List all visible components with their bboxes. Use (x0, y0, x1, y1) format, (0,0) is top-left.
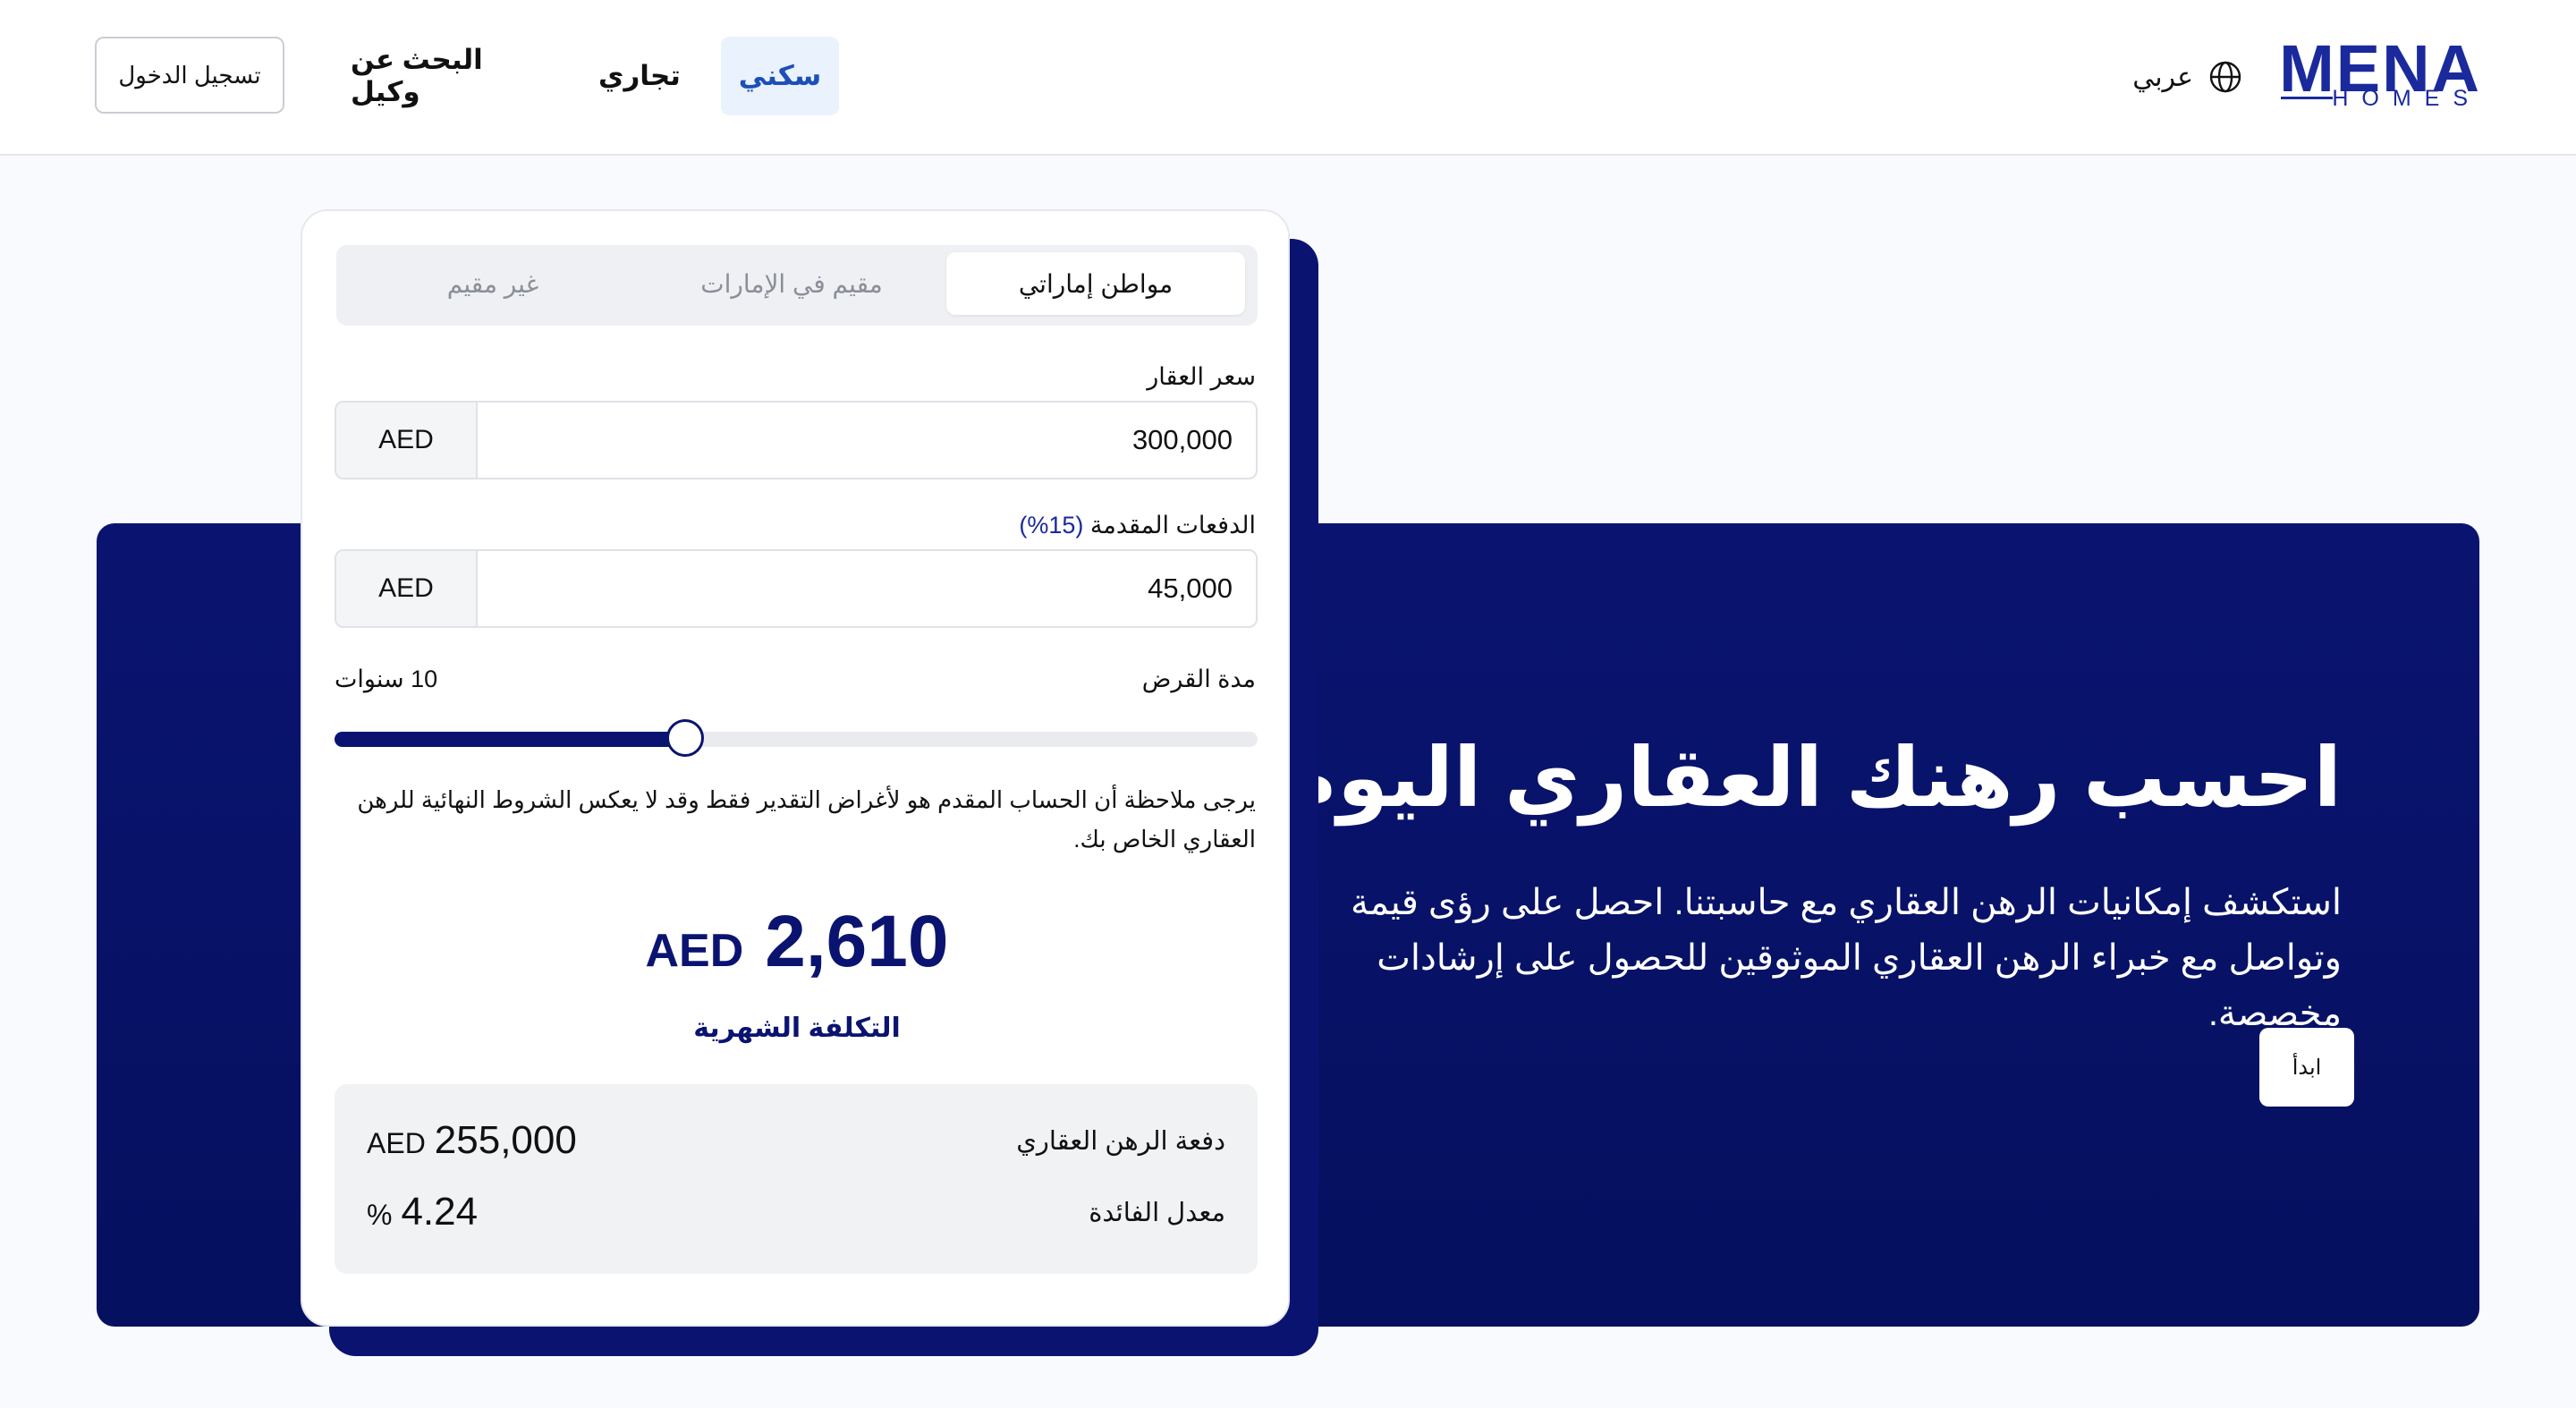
residency-tab-non-resident[interactable]: غير مقيم (343, 252, 642, 315)
monthly-cost-value: AED 2,610 (302, 900, 1292, 984)
down-payment-percent: (15%) (1019, 512, 1084, 539)
globe-icon (2209, 61, 2241, 93)
monthly-cost-amount: 2,610 (765, 901, 949, 982)
loan-term-label: مدة القرض (1141, 666, 1256, 692)
down-payment-label: الدفعات المقدمة (15%) (1019, 512, 1256, 539)
loan-term-slider-thumb[interactable] (666, 719, 704, 757)
interest-rate-unit: % (367, 1199, 393, 1231)
interest-rate-value: % 4.24 (367, 1190, 478, 1234)
interest-rate-amount: 4.24 (401, 1190, 479, 1234)
loan-term-slider-fill (335, 732, 685, 747)
mortgage-summary: دفعة الرهن العقاري AED 255,000 معدل الفا… (335, 1084, 1258, 1274)
mortgage-payment-value: AED 255,000 (367, 1118, 577, 1163)
down-payment-field[interactable]: AED 45,000 (335, 549, 1258, 628)
logo-subtitle: HOMES (2332, 86, 2481, 111)
nav-tab-commercial[interactable]: تجاري (589, 37, 691, 115)
property-price-input[interactable]: 300,000 (1132, 403, 1233, 478)
language-switcher[interactable]: عربي (2132, 57, 2243, 97)
loan-term-value: 10 سنوات (335, 666, 438, 692)
residency-tab-uae-resident[interactable]: مقيم في الإمارات (642, 252, 941, 315)
interest-rate-label: معدل الفائدة (1089, 1199, 1225, 1227)
logo-rule (2281, 97, 2333, 99)
mortgage-calculator-card: مواطن إماراتي مقيم في الإمارات غير مقيم … (301, 209, 1290, 1327)
residency-segmented-control: مواطن إماراتي مقيم في الإمارات غير مقيم (336, 245, 1258, 326)
nav-tab-find-agent[interactable]: البحث عن وكيل (351, 37, 542, 115)
login-button[interactable]: تسجيل الدخول (95, 37, 284, 114)
property-price-currency: AED (336, 403, 478, 478)
logo[interactable]: MENA HOMES (2279, 36, 2481, 112)
down-payment-input[interactable]: 45,000 (1148, 551, 1233, 626)
monthly-cost-currency: AED (645, 925, 744, 977)
mortgage-payment-label: دفعة الرهن العقاري (1016, 1127, 1225, 1156)
mortgage-payment-amount: 255,000 (434, 1118, 577, 1162)
nav-tab-residential[interactable]: سكني (721, 37, 839, 115)
hero-title: احسب رهنك العقاري اليوم (1276, 733, 2342, 824)
mortgage-payment-currency: AED (367, 1127, 426, 1159)
hero-description: استكشف إمكانيات الرهن العقاري مع حاسبتنا… (1351, 883, 2342, 1033)
start-button[interactable]: ابدأ (2259, 1028, 2354, 1107)
property-price-field[interactable]: AED 300,000 (335, 401, 1258, 479)
monthly-cost-label: التكلفة الشهرية (693, 1014, 901, 1043)
site-header: MENA HOMES عربي سكني تجاري البحث عن وكيل… (0, 0, 2576, 156)
language-label: عربي (2132, 62, 2193, 92)
loan-term-slider[interactable] (335, 719, 1258, 757)
residency-tab-uae-national[interactable]: مواطن إماراتي (946, 252, 1245, 315)
property-price-label: سعر العقار (1147, 363, 1256, 390)
estimate-disclaimer: يرجى ملاحظة أن الحساب المقدم هو لأغراض ا… (357, 786, 1256, 852)
down-payment-label-text: الدفعات المقدمة (1089, 512, 1256, 539)
down-payment-currency: AED (336, 551, 478, 626)
